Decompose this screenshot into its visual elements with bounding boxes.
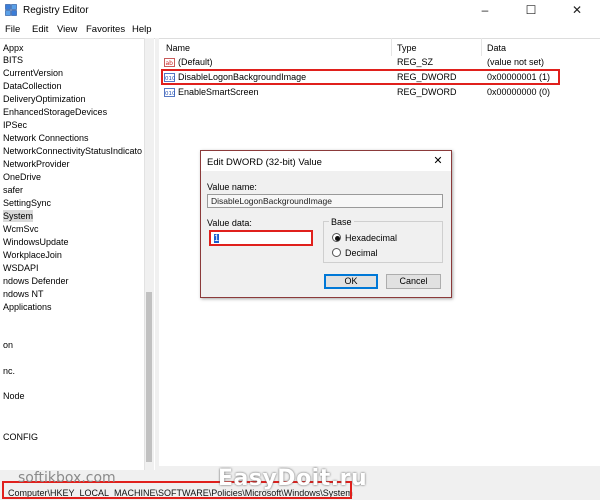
watermark-easydoit: EasyDoit.ru xyxy=(218,466,368,491)
tree-item-network-connections[interactable]: Network Connections xyxy=(3,132,89,144)
ok-button[interactable]: OK xyxy=(324,274,378,289)
column-header-data[interactable]: Data xyxy=(487,43,506,53)
column-divider[interactable] xyxy=(391,38,392,56)
tree-item-settingsync[interactable]: SettingSync xyxy=(3,197,51,209)
tree-item-appx[interactable]: Appx xyxy=(3,42,24,54)
radio-decimal-label[interactable]: Decimal xyxy=(345,248,378,258)
tree-item-datacollection[interactable]: DataCollection xyxy=(3,80,62,92)
tree-item-currentversion[interactable]: CurrentVersion xyxy=(3,67,63,79)
close-window-button[interactable]: ✕ xyxy=(554,0,600,20)
tree-item-wcmsvc[interactable]: WcmSvc xyxy=(3,223,39,235)
dialog-title: Edit DWORD (32-bit) Value xyxy=(207,157,322,168)
radio-hexadecimal-label[interactable]: Hexadecimal xyxy=(345,233,397,243)
menu-help[interactable]: Help xyxy=(132,24,152,35)
tree-item-windows-nt[interactable]: ndows NT xyxy=(3,288,44,300)
minimize-button[interactable]: – xyxy=(462,0,508,20)
value-data-text: 1 xyxy=(214,233,220,243)
tree-item-partial-config[interactable]: CONFIG xyxy=(3,431,38,443)
tree-item-networkconnectivitystatusindicator[interactable]: NetworkConnectivityStatusIndicato xyxy=(3,145,142,157)
radio-selected-dot xyxy=(335,236,340,241)
tree-item-windowsupdate[interactable]: WindowsUpdate xyxy=(3,236,69,248)
tree-item-windows-defender[interactable]: ndows Defender xyxy=(3,275,69,287)
tree-item-applications[interactable]: Applications xyxy=(3,301,52,313)
value-name: DisableLogonBackgroundImage xyxy=(178,72,307,82)
value-type: REG_DWORD xyxy=(397,87,457,97)
radio-decimal[interactable] xyxy=(332,248,341,257)
svg-text:010: 010 xyxy=(165,76,175,82)
column-header-name[interactable]: Name xyxy=(166,43,190,53)
tree-item-partial-nc[interactable]: nc. xyxy=(3,365,15,377)
tree-item-deliveryoptimization[interactable]: DeliveryOptimization xyxy=(3,93,86,105)
value-name-label: Value name: xyxy=(207,182,257,192)
value-name-field[interactable]: DisableLogonBackgroundImage xyxy=(207,194,443,208)
reg-dword-icon: 010 xyxy=(164,88,176,97)
svg-text:ab: ab xyxy=(166,60,174,67)
tree-item-system[interactable]: System xyxy=(3,210,34,222)
maximize-button[interactable]: ☐ xyxy=(508,0,554,20)
menu-view[interactable]: View xyxy=(57,24,77,35)
tree-item-wsdapi[interactable]: WSDAPI xyxy=(3,262,39,274)
value-data-label: Value data: xyxy=(207,218,252,228)
tree-item-partial-node[interactable]: Node xyxy=(3,390,25,402)
window-title: Registry Editor xyxy=(23,5,89,16)
registry-editor-icon xyxy=(5,4,17,16)
value-name: EnableSmartScreen xyxy=(178,87,259,97)
value-data: 0x00000001 (1) xyxy=(487,72,551,82)
reg-sz-icon: ab xyxy=(164,58,175,67)
svg-text:010: 010 xyxy=(165,91,175,97)
value-name: (Default) xyxy=(178,57,213,67)
tree-scrollbar-thumb[interactable] xyxy=(146,292,152,462)
key-tree[interactable]: Appx BITS CurrentVersion DataCollection … xyxy=(0,38,155,470)
tree-item-workplacejoin[interactable]: WorkplaceJoin xyxy=(3,249,62,261)
value-data: 0x00000000 (0) xyxy=(487,87,551,97)
edit-dword-dialog: Edit DWORD (32-bit) Value ✕ Value name: … xyxy=(200,150,452,298)
tree-item-bits[interactable]: BITS xyxy=(3,54,23,66)
reg-dword-icon: 010 xyxy=(164,73,176,82)
tree-item-networkprovider[interactable]: NetworkProvider xyxy=(3,158,70,170)
base-label: Base xyxy=(329,217,354,227)
column-header-type[interactable]: Type xyxy=(397,43,417,53)
tree-item-partial-on[interactable]: on xyxy=(3,339,13,351)
value-data-input[interactable]: 1 xyxy=(209,230,313,246)
value-type: REG_SZ xyxy=(397,57,434,67)
tree-item-onedrive[interactable]: OneDrive xyxy=(3,171,41,183)
menu-edit[interactable]: Edit xyxy=(32,24,48,35)
tree-item-enhancedstoragedevices[interactable]: EnhancedStorageDevices xyxy=(3,106,107,118)
radio-hexadecimal[interactable] xyxy=(332,233,341,242)
menu-favorites[interactable]: Favorites xyxy=(86,24,125,35)
menu-file[interactable]: File xyxy=(5,24,20,35)
watermark-softikbox: softikbox.com xyxy=(18,470,116,486)
value-data: (value not set) xyxy=(487,57,545,67)
tree-item-safer[interactable]: safer xyxy=(3,184,23,196)
cancel-button[interactable]: Cancel xyxy=(386,274,441,289)
value-type: REG_DWORD xyxy=(397,72,457,82)
column-divider[interactable] xyxy=(481,38,482,56)
dialog-close-icon[interactable]: ✕ xyxy=(430,154,446,168)
tree-item-ipsec[interactable]: IPSec xyxy=(3,119,27,131)
